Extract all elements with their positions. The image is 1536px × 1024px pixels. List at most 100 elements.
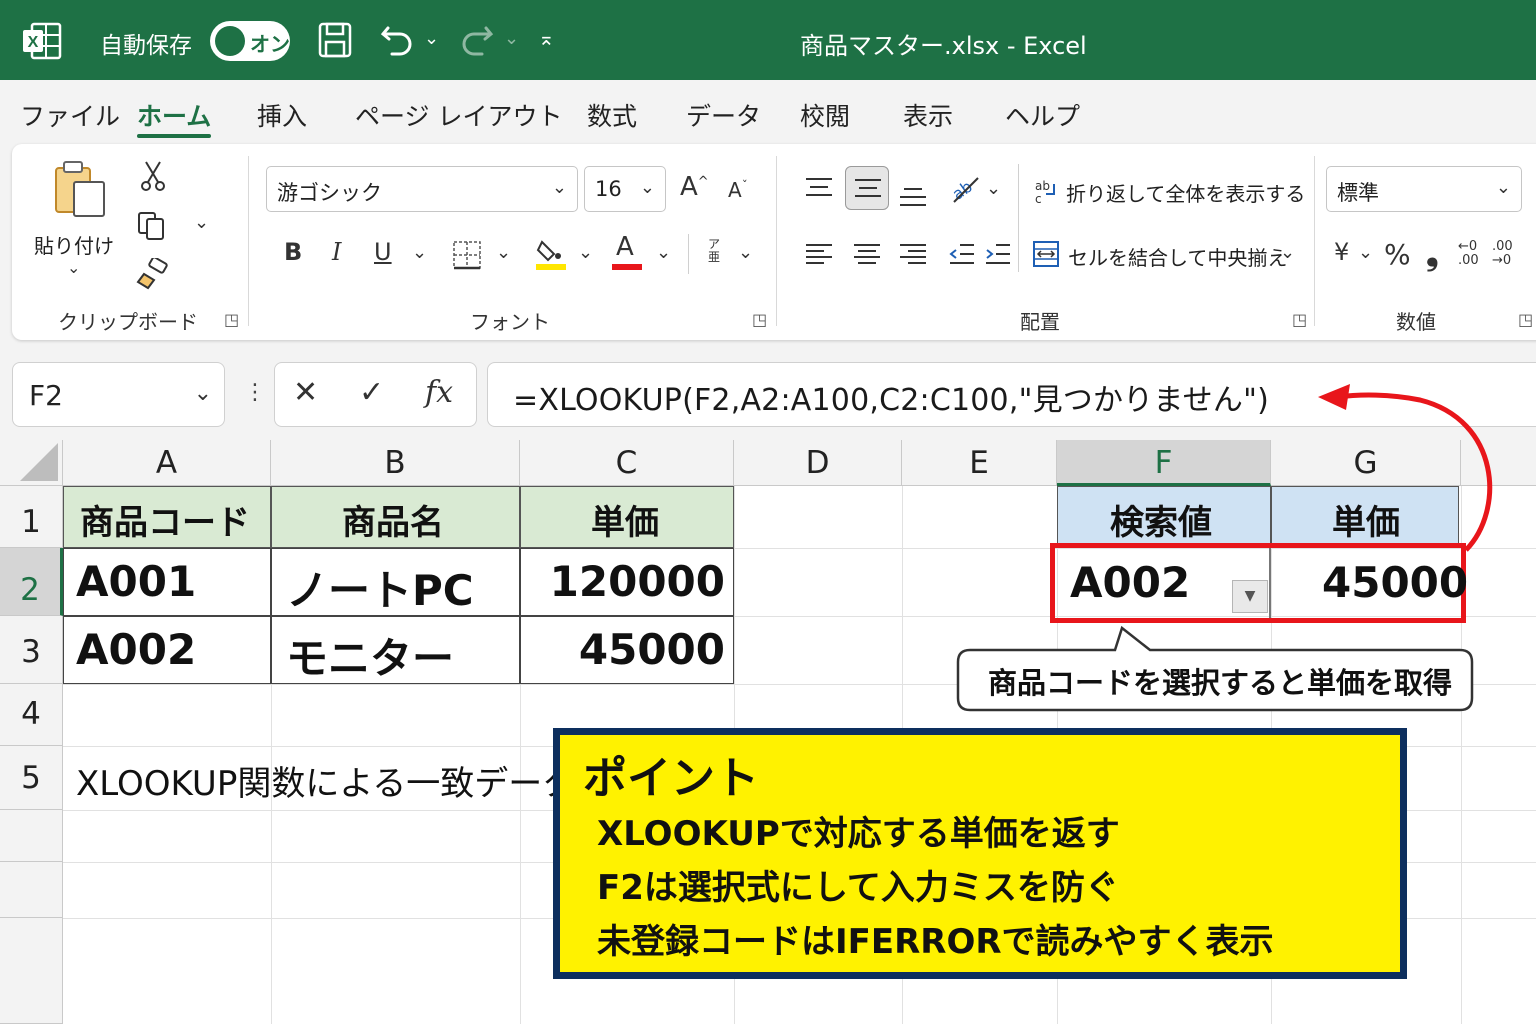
comma-style-icon[interactable]: ❟ bbox=[1426, 234, 1439, 273]
enter-icon[interactable]: ✓ bbox=[359, 375, 384, 410]
cell-b3[interactable]: モニター bbox=[271, 616, 520, 684]
clipboard-launcher-icon[interactable]: ◳ bbox=[224, 310, 239, 329]
alignment-launcher-icon[interactable]: ◳ bbox=[1292, 310, 1307, 329]
row-header-6[interactable] bbox=[0, 810, 63, 862]
undo-icon[interactable] bbox=[380, 24, 414, 56]
cell-a3[interactable]: A002 bbox=[63, 616, 271, 684]
fill-color-dropdown-chevron-icon[interactable]: ⌄ bbox=[578, 242, 593, 263]
row-header-7[interactable] bbox=[0, 862, 63, 918]
save-icon[interactable] bbox=[318, 22, 352, 58]
tab-formulas[interactable]: 数式 bbox=[587, 97, 637, 133]
currency-dropdown-chevron-icon[interactable]: ⌄ bbox=[1358, 242, 1373, 263]
increase-font-size-icon[interactable]: A^ bbox=[680, 172, 709, 202]
merge-dropdown-chevron-icon[interactable]: ⌄ bbox=[1280, 242, 1295, 263]
italic-button[interactable]: I bbox=[332, 238, 341, 266]
align-bottom-icon[interactable] bbox=[898, 184, 928, 208]
cell-c3[interactable]: 45000 bbox=[520, 616, 734, 684]
phonetic-guide-icon[interactable]: ア亜 bbox=[704, 238, 724, 264]
font-color-dropdown-chevron-icon[interactable]: ⌄ bbox=[656, 242, 671, 263]
paste-label[interactable]: 貼り付け bbox=[34, 230, 114, 259]
cell-a1[interactable]: 商品コード bbox=[63, 486, 271, 548]
undo-dropdown-chevron-icon[interactable]: ⌄ bbox=[424, 28, 439, 49]
paste-dropdown-chevron-icon[interactable]: ⌄ bbox=[67, 258, 80, 277]
autosave-toggle[interactable]: オン bbox=[210, 21, 290, 61]
tab-page-layout[interactable]: ページ レイアウト bbox=[355, 97, 562, 133]
customize-toolbar-chevron-icon[interactable]: ⌅ bbox=[538, 26, 555, 50]
column-header-c[interactable]: C bbox=[520, 440, 734, 486]
decrease-indent-icon[interactable] bbox=[948, 242, 976, 266]
tab-review[interactable]: 校閲 bbox=[800, 97, 850, 133]
cancel-icon[interactable]: ✕ bbox=[293, 375, 318, 410]
row-header-8[interactable] bbox=[0, 918, 63, 1024]
align-left-icon[interactable] bbox=[804, 242, 834, 266]
merge-center-icon[interactable] bbox=[1032, 240, 1060, 268]
row-header-4[interactable]: 4 bbox=[0, 684, 63, 746]
copy-icon[interactable] bbox=[136, 210, 168, 242]
borders-dropdown-chevron-icon[interactable]: ⌄ bbox=[496, 242, 511, 263]
copy-dropdown-chevron-icon[interactable]: ⌄ bbox=[194, 212, 209, 233]
font-size-dropdown[interactable]: 16 ⌄ bbox=[584, 166, 666, 212]
tab-view[interactable]: 表示 bbox=[903, 97, 953, 133]
cell-a2[interactable]: A001 bbox=[63, 548, 271, 616]
percent-format-icon[interactable]: % bbox=[1384, 238, 1411, 271]
font-launcher-icon[interactable]: ◳ bbox=[752, 310, 767, 329]
tab-file[interactable]: ファイル bbox=[20, 97, 120, 133]
row-header-1[interactable]: 1 bbox=[0, 486, 63, 548]
font-color-button[interactable]: A bbox=[612, 232, 642, 272]
column-header-d[interactable]: D bbox=[734, 440, 902, 486]
currency-format-icon[interactable]: ¥ bbox=[1334, 238, 1349, 266]
excel-logo-icon[interactable]: X bbox=[22, 22, 62, 60]
orientation-icon[interactable]: ab bbox=[948, 172, 982, 206]
fill-color-icon[interactable] bbox=[534, 236, 568, 272]
insert-function-icon[interactable]: fx bbox=[425, 375, 453, 410]
cell-f1[interactable]: 検索値 bbox=[1057, 486, 1271, 546]
number-format-dropdown[interactable]: 標準 ⌄ bbox=[1326, 166, 1522, 212]
row-header-3[interactable]: 3 bbox=[0, 616, 63, 684]
cut-icon[interactable] bbox=[140, 160, 166, 192]
orientation-dropdown-chevron-icon[interactable]: ⌄ bbox=[986, 178, 1001, 199]
decrease-font-size-icon[interactable]: Aˇ bbox=[728, 178, 748, 202]
underline-button[interactable]: U bbox=[374, 238, 392, 266]
underline-dropdown-chevron-icon[interactable]: ⌄ bbox=[412, 242, 427, 263]
increase-indent-icon[interactable] bbox=[984, 242, 1012, 266]
redo-icon[interactable] bbox=[460, 24, 494, 56]
name-box[interactable]: F2 ⌄ bbox=[12, 362, 225, 427]
align-middle-button[interactable] bbox=[845, 166, 889, 210]
cell-g2-result[interactable]: 45000 bbox=[1322, 558, 1468, 607]
wrap-text-icon[interactable]: abc bbox=[1034, 176, 1062, 204]
cell-c1[interactable]: 単価 bbox=[520, 486, 734, 548]
format-painter-icon[interactable] bbox=[136, 258, 170, 290]
cell-c2[interactable]: 120000 bbox=[520, 548, 734, 616]
align-top-icon[interactable] bbox=[804, 176, 834, 200]
phonetic-dropdown-chevron-icon[interactable]: ⌄ bbox=[738, 242, 753, 263]
select-all-button[interactable] bbox=[0, 440, 63, 486]
tab-insert[interactable]: 挿入 bbox=[257, 97, 307, 133]
align-center-icon[interactable] bbox=[852, 242, 882, 266]
list-dropdown-button[interactable]: ▼ bbox=[1232, 580, 1268, 613]
increase-decimal-icon[interactable]: ←0 .00 bbox=[1458, 240, 1484, 268]
tab-home[interactable]: ホーム bbox=[137, 97, 211, 133]
column-header-e[interactable]: E bbox=[902, 440, 1057, 486]
cell-f2-search-value[interactable]: A002 bbox=[1070, 558, 1190, 607]
decrease-decimal-icon[interactable]: .00 →0 bbox=[1492, 240, 1518, 268]
tab-data[interactable]: データ bbox=[686, 97, 761, 133]
more-options-icon[interactable]: ⋮ bbox=[244, 380, 266, 405]
cell-b1[interactable]: 商品名 bbox=[271, 486, 520, 548]
column-header-a[interactable]: A bbox=[63, 440, 271, 486]
column-header-f[interactable]: F bbox=[1057, 440, 1271, 486]
row-header-2[interactable]: 2 bbox=[0, 548, 63, 616]
row-header-5[interactable]: 5 bbox=[0, 746, 63, 810]
merge-center-label[interactable]: セルを結合して中央揃え bbox=[1068, 242, 1287, 271]
number-launcher-icon[interactable]: ◳ bbox=[1518, 310, 1533, 329]
cell-b2[interactable]: ノートPC bbox=[271, 548, 520, 616]
column-header-b[interactable]: B bbox=[271, 440, 520, 486]
align-right-icon[interactable] bbox=[898, 242, 928, 266]
tab-help[interactable]: ヘルプ bbox=[1005, 97, 1080, 133]
cell-a5-text[interactable]: XLOOKUP関数による一致データ bbox=[76, 756, 576, 805]
borders-icon[interactable] bbox=[452, 240, 482, 270]
bold-button[interactable]: B bbox=[284, 238, 302, 266]
redo-dropdown-chevron-icon[interactable]: ⌄ bbox=[504, 28, 519, 49]
font-name-dropdown[interactable]: 游ゴシック ⌄ bbox=[266, 166, 578, 212]
paste-icon[interactable] bbox=[52, 158, 110, 222]
wrap-text-label[interactable]: 折り返して全体を表示する bbox=[1066, 178, 1305, 207]
